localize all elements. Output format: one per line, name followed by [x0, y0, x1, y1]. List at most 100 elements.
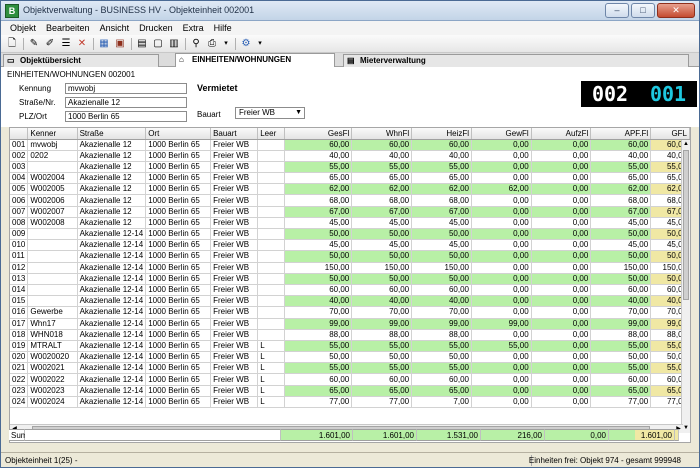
cell-gesfl[interactable]: 60,00	[284, 284, 353, 297]
cell-bauart[interactable]: Freier WB	[210, 306, 259, 319]
cell-gesfl[interactable]: 62,00	[284, 183, 353, 196]
table-row[interactable]: 020 W0020020 Akazienalle 12-14 1000 Berlin …	[10, 351, 690, 364]
cell-aufzfl[interactable]: 0,00	[531, 150, 592, 162]
title-bar[interactable]: B Objektverwaltung - BUSINESS HV - Objek…	[1, 1, 699, 21]
column-header-gewfl[interactable]: GewFl	[471, 128, 532, 140]
table-row[interactable]: 001 mvwobj Akazienalle 12 1000 Berlin 65 Fre…	[10, 139, 690, 151]
cell-leer[interactable]	[257, 295, 286, 308]
cell-gesfl[interactable]: 67,00	[284, 206, 353, 218]
maximize-button[interactable]: □	[631, 3, 655, 18]
cell-gewfl[interactable]: 0,00	[471, 396, 532, 409]
cell-gesfl[interactable]: 55,00	[284, 161, 353, 174]
cell-apffl[interactable]: 60,00	[590, 139, 652, 151]
cell-row-number[interactable]: 018	[10, 329, 29, 341]
cell-whnfl[interactable]: 70,00	[351, 306, 413, 319]
cell-row-number[interactable]: 011	[10, 250, 29, 263]
cell-gesfl[interactable]: 40,00	[284, 150, 353, 162]
cell-bauart[interactable]: Freier WB	[210, 172, 259, 185]
menu-hilfe[interactable]: Hilfe	[209, 21, 237, 35]
cell-ort[interactable]: 1000 Berlin 65	[145, 172, 212, 185]
cell-kenner[interactable]	[27, 250, 78, 263]
kennung-field[interactable]: mvwobj	[65, 83, 187, 94]
cell-aufzfl[interactable]: 0,00	[531, 239, 592, 252]
column-header-whnfl[interactable]: WhnFl	[351, 128, 413, 140]
cell-whnfl[interactable]: 88,00	[351, 329, 413, 341]
cell-strasse[interactable]: Akazienalle 12	[77, 183, 147, 196]
cell-bauart[interactable]: Freier WB	[210, 139, 259, 151]
cell-whnfl[interactable]: 40,00	[351, 150, 413, 162]
cell-gesfl[interactable]: 60,00	[284, 139, 353, 151]
table-row[interactable]: 004 W002004 Akazienalle 12 1000 Berlin 65 Fr…	[10, 172, 690, 185]
cell-apffl[interactable]: 150,00	[590, 262, 652, 274]
cell-aufzfl[interactable]: 0,00	[531, 139, 592, 151]
cell-gesfl[interactable]: 45,00	[284, 217, 353, 230]
cell-apffl[interactable]: 99,00	[590, 318, 652, 330]
cell-kenner[interactable]	[27, 295, 78, 308]
cell-row-number[interactable]: 001	[10, 139, 29, 151]
column-header-heizfl[interactable]: HeizFl	[411, 128, 472, 140]
cell-bauart[interactable]: Freier WB	[210, 396, 259, 409]
cell-bauart[interactable]: Freier WB	[210, 373, 259, 386]
cell-row-number[interactable]: 016	[10, 306, 29, 319]
cell-leer[interactable]	[257, 183, 286, 196]
cell-row-number[interactable]: 005	[10, 183, 29, 196]
cell-ort[interactable]: 1000 Berlin 65	[145, 273, 212, 285]
cell-whnfl[interactable]: 68,00	[351, 194, 413, 207]
cell-apffl[interactable]: 50,00	[590, 250, 652, 263]
cell-heizfl[interactable]: 65,00	[411, 172, 472, 185]
cell-gesfl[interactable]: 50,00	[284, 228, 353, 241]
vertical-scrollbar[interactable]: ▲ ▼	[681, 140, 690, 433]
menu-extra[interactable]: Extra	[178, 21, 209, 35]
cell-aufzfl[interactable]: 0,00	[531, 385, 592, 397]
cell-heizfl[interactable]: 50,00	[411, 273, 472, 285]
cell-strasse[interactable]: Akazienalle 12-14	[77, 396, 147, 409]
new-document-icon[interactable]: 🗋	[5, 37, 19, 51]
cell-strasse[interactable]: Akazienalle 12-14	[77, 295, 147, 308]
cell-whnfl[interactable]: 65,00	[351, 385, 413, 397]
cell-bauart[interactable]: Freier WB	[210, 362, 259, 375]
table-row[interactable]: 018 WHN018 Akazienalle 12-14 1000 Berlin 65…	[10, 329, 690, 341]
window-icon[interactable]: ▢	[151, 37, 165, 51]
cell-leer[interactable]: L	[257, 373, 286, 386]
cell-strasse[interactable]: Akazienalle 12-14	[77, 273, 147, 285]
cell-bauart[interactable]: Freier WB	[210, 329, 259, 341]
cell-whnfl[interactable]: 45,00	[351, 239, 413, 252]
menu-bearbeiten[interactable]: Bearbeiten	[41, 21, 95, 35]
cell-apffl[interactable]: 45,00	[590, 217, 652, 230]
cell-leer[interactable]: L	[257, 362, 286, 375]
cell-whnfl[interactable]: 60,00	[351, 284, 413, 297]
cell-ort[interactable]: 1000 Berlin 65	[145, 250, 212, 263]
cell-apffl[interactable]: 50,00	[590, 351, 652, 364]
cell-gesfl[interactable]: 77,00	[284, 396, 353, 409]
cell-gewfl[interactable]: 0,00	[471, 351, 532, 364]
cell-strasse[interactable]: Akazienalle 12-14	[77, 306, 147, 319]
minimize-button[interactable]: –	[605, 3, 629, 18]
cell-gesfl[interactable]: 60,00	[284, 373, 353, 386]
cell-heizfl[interactable]: 40,00	[411, 150, 472, 162]
cell-heizfl[interactable]: 62,00	[411, 183, 472, 196]
cell-kenner[interactable]: W002005	[27, 183, 78, 196]
cell-row-number[interactable]: 012	[10, 262, 29, 274]
table-row[interactable]: 016 Gewerbe Akazienalle 12-14 1000 Berlin 6…	[10, 306, 690, 319]
cell-aufzfl[interactable]: 0,00	[531, 161, 592, 174]
cell-bauart[interactable]: Freier WB	[210, 262, 259, 274]
cell-kenner[interactable]: W0020020	[27, 351, 78, 364]
cell-ort[interactable]: 1000 Berlin 65	[145, 295, 212, 308]
tab-objektuebersicht[interactable]: ▭ Objektübersicht	[3, 54, 159, 67]
cell-gesfl[interactable]: 65,00	[284, 172, 353, 185]
cell-kenner[interactable]	[27, 228, 78, 241]
cell-leer[interactable]	[257, 262, 286, 274]
menu-objekt[interactable]: Objekt	[5, 21, 41, 35]
cell-aufzfl[interactable]: 0,00	[531, 217, 592, 230]
cell-row-number[interactable]: 003	[10, 161, 29, 174]
cell-leer[interactable]: L	[257, 396, 286, 409]
cell-gewfl[interactable]: 0,00	[471, 250, 532, 263]
cell-gesfl[interactable]: 55,00	[284, 340, 353, 353]
cell-row-number[interactable]: 024	[10, 396, 29, 409]
cell-kenner[interactable]	[27, 239, 78, 252]
cell-heizfl[interactable]: 55,00	[411, 362, 472, 375]
cell-gesfl[interactable]: 40,00	[284, 295, 353, 308]
edit-copy-icon[interactable]: ✐	[43, 37, 57, 51]
cell-gewfl[interactable]: 0,00	[471, 295, 532, 308]
search-icon[interactable]: ⚲	[189, 37, 203, 51]
